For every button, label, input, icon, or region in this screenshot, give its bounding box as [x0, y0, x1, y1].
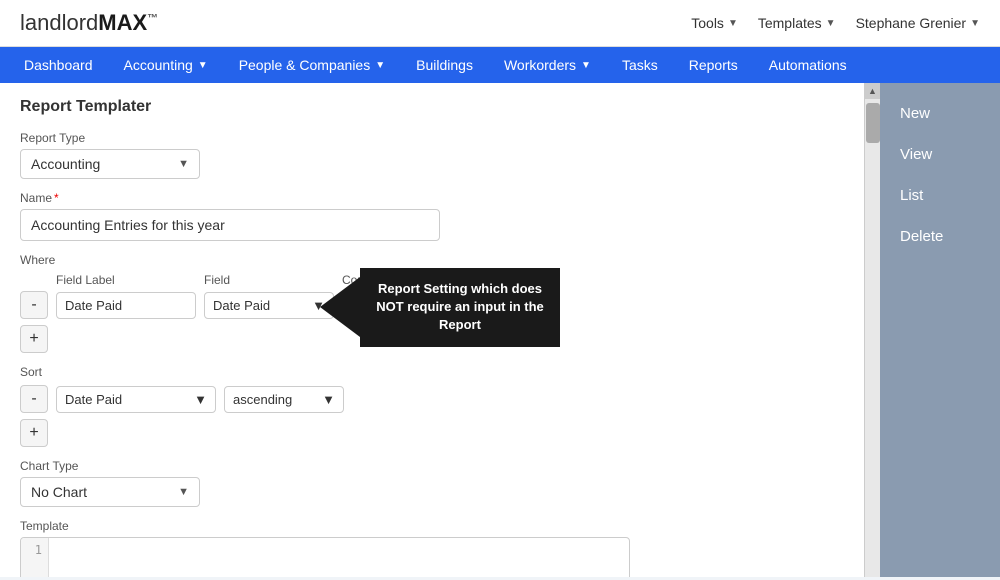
name-input[interactable]: [20, 209, 440, 241]
nav-dashboard-label: Dashboard: [24, 57, 93, 73]
sort-label: Sort: [20, 365, 844, 379]
nav-people-companies-label: People & Companies: [239, 57, 371, 73]
right-menu-delete[interactable]: Delete: [880, 216, 1000, 257]
app-logo: landlordMAX™: [20, 10, 158, 36]
sort-remove-button[interactable]: -: [20, 385, 48, 413]
nav-people-companies[interactable]: People & Companies ▼: [225, 47, 399, 83]
nav-reports-label: Reports: [689, 57, 738, 73]
nav-accounting-label: Accounting: [124, 57, 193, 73]
header-nav: Tools ▼ Templates ▼ Stephane Grenier ▼: [691, 15, 980, 31]
main-nav: Dashboard Accounting ▼ People & Companie…: [0, 47, 1000, 83]
sort-direction-caret-icon: ▼: [322, 392, 335, 407]
sort-direction-value: ascending: [233, 392, 292, 407]
editor-content[interactable]: [49, 538, 629, 577]
sort-field-value: Date Paid: [65, 392, 122, 407]
callout-arrow-icon: [320, 277, 360, 337]
nav-buildings[interactable]: Buildings: [402, 47, 487, 83]
where-field-select[interactable]: Date Paid ▼: [204, 292, 334, 319]
report-type-select[interactable]: Accounting ▼: [20, 149, 200, 179]
tools-menu[interactable]: Tools ▼: [691, 15, 738, 31]
col-field-header: Field: [204, 273, 334, 287]
nav-automations-label: Automations: [769, 57, 847, 73]
where-remove-button[interactable]: -: [20, 291, 48, 319]
nav-buildings-label: Buildings: [416, 57, 473, 73]
content-wrapper: Report Templater Report Type Accounting …: [0, 83, 1000, 577]
report-type-caret-icon: ▼: [178, 158, 189, 170]
chart-type-section: Chart Type No Chart ▼: [20, 459, 844, 507]
callout-text: Report Setting which does NOT require an…: [360, 268, 560, 347]
main-form: Report Templater Report Type Accounting …: [0, 83, 864, 577]
tools-label: Tools: [691, 15, 724, 31]
scrollbar[interactable]: ▲: [864, 83, 880, 577]
chart-type-select[interactable]: No Chart ▼: [20, 477, 200, 507]
sort-field-select[interactable]: Date Paid ▼: [56, 386, 216, 413]
report-type-section: Report Type Accounting ▼: [20, 131, 844, 179]
nav-accounting[interactable]: Accounting ▼: [110, 47, 222, 83]
where-field-label-input: Date Paid: [56, 292, 196, 319]
nav-workorders[interactable]: Workorders ▼: [490, 47, 605, 83]
scroll-up-button[interactable]: ▲: [865, 83, 881, 99]
sort-section: Sort - Date Paid ▼ ascending ▼ +: [20, 365, 844, 447]
line-number-1: 1: [27, 543, 42, 557]
user-caret-icon: ▼: [970, 18, 980, 29]
line-numbers: 1: [21, 538, 49, 577]
template-editor[interactable]: 1: [20, 537, 630, 577]
sort-direction-select[interactable]: ascending ▼: [224, 386, 344, 413]
chart-type-value: No Chart: [31, 484, 87, 500]
app-header: landlordMAX™ Tools ▼ Templates ▼ Stephan…: [0, 0, 1000, 47]
report-type-label: Report Type: [20, 131, 844, 145]
chart-type-label: Chart Type: [20, 459, 844, 473]
nav-reports[interactable]: Reports: [675, 47, 752, 83]
nav-automations[interactable]: Automations: [755, 47, 861, 83]
chart-type-caret-icon: ▼: [178, 486, 189, 498]
logo-tm: ™: [147, 13, 158, 25]
name-label: Name*: [20, 191, 844, 205]
nav-workorders-caret: ▼: [581, 60, 591, 71]
page-title: Report Templater: [20, 98, 844, 116]
template-label: Template: [20, 519, 844, 533]
where-field-value: Date Paid: [213, 298, 270, 313]
sort-row: - Date Paid ▼ ascending ▼: [20, 385, 844, 413]
nav-tasks-label: Tasks: [622, 57, 658, 73]
where-label: Where: [20, 253, 844, 267]
sort-add-button[interactable]: +: [20, 419, 48, 447]
template-section: Template 1: [20, 519, 844, 577]
templates-label: Templates: [758, 15, 822, 31]
logo-max: MAX: [98, 10, 147, 35]
report-type-value: Accounting: [31, 156, 100, 172]
logo-landlord: landlord: [20, 10, 98, 35]
right-menu-list[interactable]: List: [880, 175, 1000, 216]
where-add-button[interactable]: +: [20, 325, 48, 353]
nav-people-caret: ▼: [375, 60, 385, 71]
user-label: Stephane Grenier: [856, 15, 967, 31]
nav-dashboard[interactable]: Dashboard: [10, 47, 107, 83]
scroll-thumb[interactable]: [866, 103, 880, 143]
nav-workorders-label: Workorders: [504, 57, 576, 73]
templates-menu[interactable]: Templates ▼: [758, 15, 836, 31]
nav-accounting-caret: ▼: [198, 60, 208, 71]
right-panel: New View List Delete: [880, 83, 1000, 577]
sort-field-caret-icon: ▼: [194, 392, 207, 407]
callout-container: Report Setting which does NOT require an…: [320, 268, 560, 347]
right-menu-view[interactable]: View: [880, 134, 1000, 175]
templates-caret-icon: ▼: [826, 18, 836, 29]
user-menu[interactable]: Stephane Grenier ▼: [856, 15, 980, 31]
right-menu-new[interactable]: New: [880, 93, 1000, 134]
tools-caret-icon: ▼: [728, 18, 738, 29]
nav-tasks[interactable]: Tasks: [608, 47, 672, 83]
name-section: Name*: [20, 191, 844, 241]
col-field-label: Field Label: [56, 273, 196, 287]
